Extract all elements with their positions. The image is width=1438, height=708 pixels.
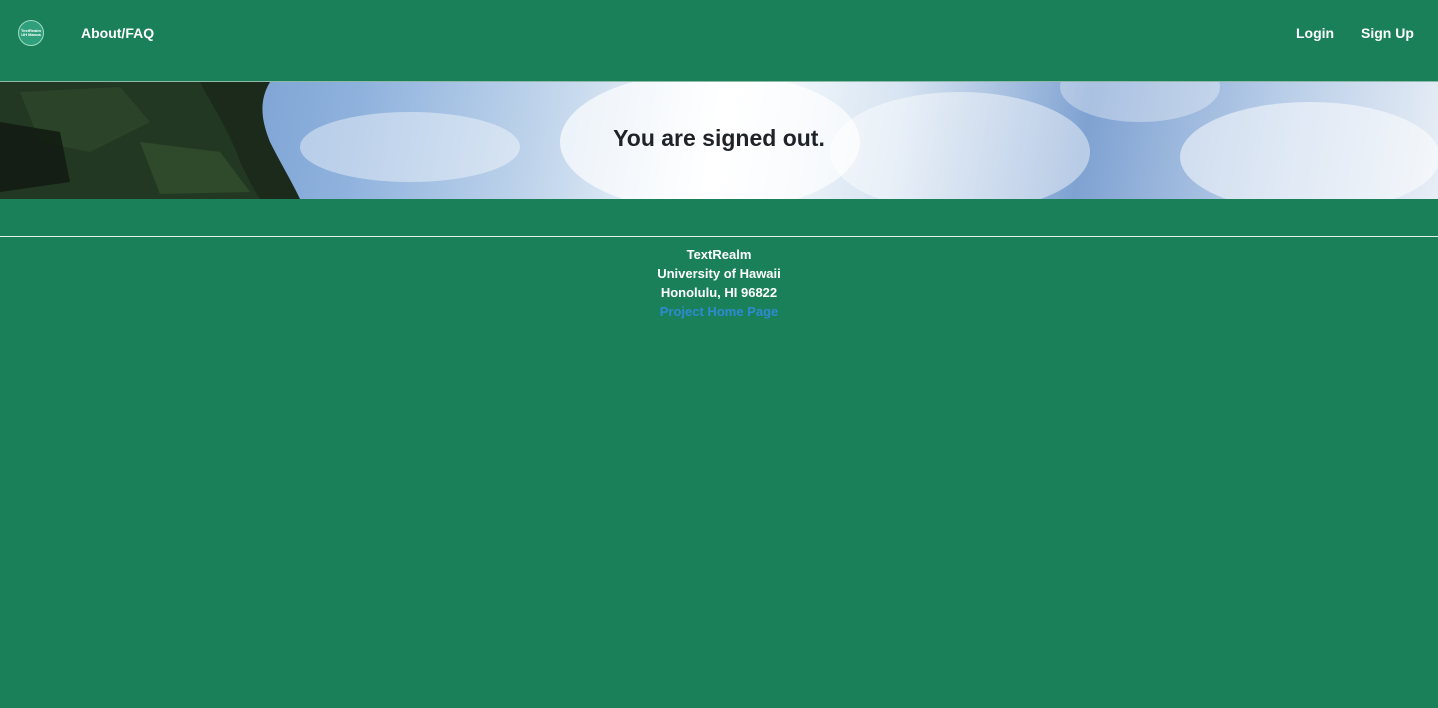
footer-address: Honolulu, HI 96822 — [660, 285, 778, 300]
footer-site-name: TextRealm — [686, 247, 752, 262]
footer: TextRealm University of Hawaii Honolulu,… — [0, 245, 1438, 321]
footer-university: University of Hawaii — [657, 266, 781, 281]
about-faq-link[interactable]: About/FAQ — [81, 24, 154, 42]
login-link[interactable]: Login — [1296, 24, 1334, 42]
signed-out-message: You are signed out. — [613, 125, 825, 151]
top-navbar: TextRealm UH Manoa About/FAQ Login Sign … — [0, 0, 1438, 82]
sky-banner: You are signed out. — [0, 82, 1438, 199]
footer-divider — [0, 236, 1438, 237]
sign-up-link[interactable]: Sign Up — [1361, 24, 1414, 42]
textrealm-logo[interactable]: TextRealm UH Manoa — [18, 20, 44, 46]
logo-text: TextRealm UH Manoa — [21, 29, 41, 37]
project-home-page-link[interactable]: Project Home Page — [660, 304, 779, 319]
logo-text-line2: UH Manoa — [21, 32, 41, 37]
